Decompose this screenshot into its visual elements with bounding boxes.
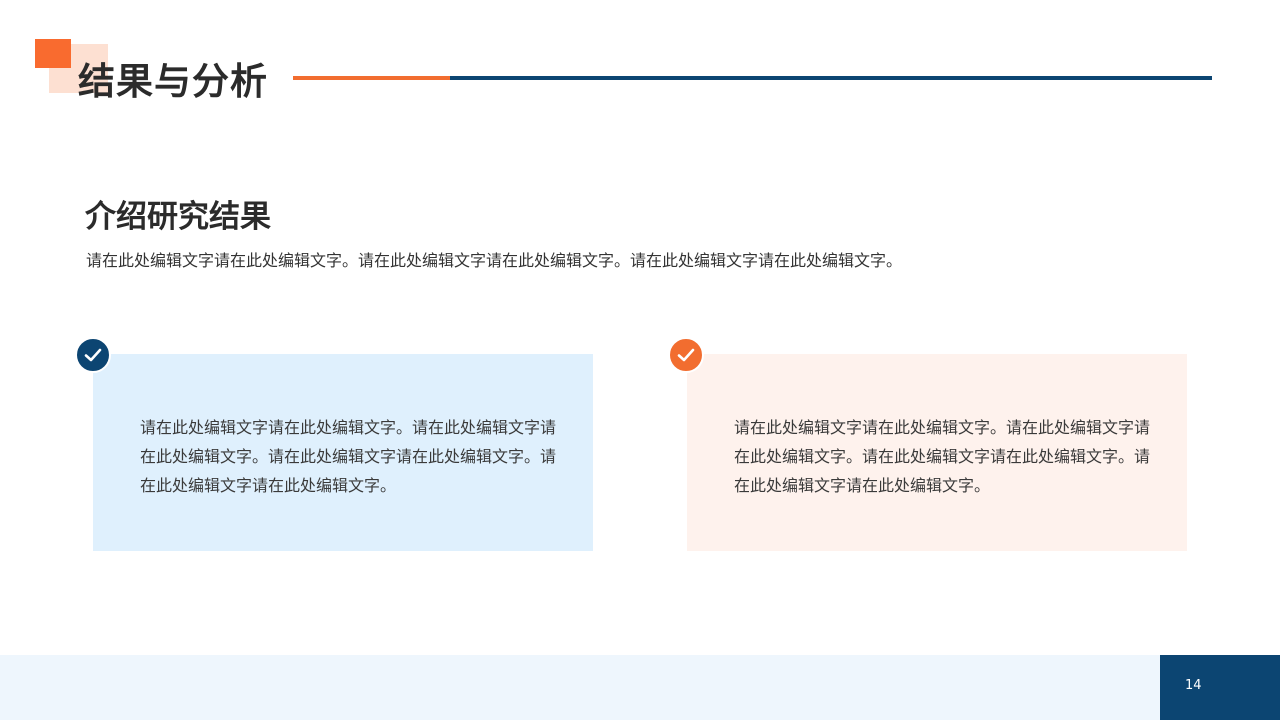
decor-square-orange bbox=[35, 39, 71, 68]
result-card-1-text: 请在此处编辑文字请在此处编辑文字。请在此处编辑文字请在此处编辑文字。请在此处编辑… bbox=[140, 418, 557, 495]
check-icon bbox=[668, 337, 704, 373]
page-number: 14 bbox=[1185, 678, 1202, 693]
check-icon bbox=[75, 337, 111, 373]
title-rule-orange bbox=[293, 76, 450, 80]
footer-page-box: 14 bbox=[1160, 655, 1280, 720]
title-rule-navy bbox=[450, 76, 1212, 80]
section-heading: 介绍研究结果 bbox=[85, 199, 271, 235]
slide-title: 结果与分析 bbox=[78, 60, 268, 103]
result-card-1: 请在此处编辑文字请在此处编辑文字。请在此处编辑文字请在此处编辑文字。请在此处编辑… bbox=[93, 354, 593, 551]
result-card-2: 请在此处编辑文字请在此处编辑文字。请在此处编辑文字请在此处编辑文字。请在此处编辑… bbox=[687, 354, 1187, 551]
section-intro: 请在此处编辑文字请在此处编辑文字。请在此处编辑文字请在此处编辑文字。请在此处编辑… bbox=[86, 251, 903, 270]
footer-band bbox=[0, 655, 1160, 720]
result-card-2-text: 请在此处编辑文字请在此处编辑文字。请在此处编辑文字请在此处编辑文字。请在此处编辑… bbox=[734, 418, 1151, 495]
